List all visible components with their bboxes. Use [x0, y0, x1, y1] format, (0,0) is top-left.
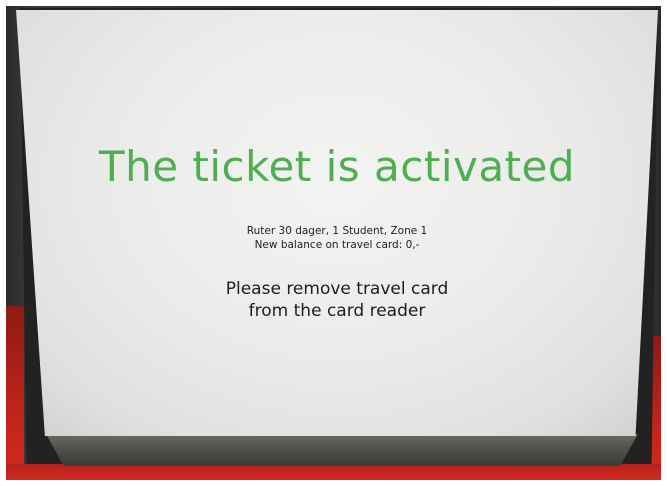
- confirmation-panel: The ticket is activated Ruter 30 dager, …: [16, 10, 658, 436]
- screen-bezel-lower-edge: [46, 434, 638, 466]
- kiosk-photo: The ticket is activated Ruter 30 dager, …: [6, 6, 661, 480]
- ticket-description: Ruter 30 dager, 1 Student, Zone 1: [246, 225, 428, 237]
- remove-card-instruction: Please remove travel card from the card …: [16, 278, 658, 322]
- kiosk-screen: The ticket is activated Ruter 30 dager, …: [16, 10, 658, 436]
- card-balance: New balance on travel card: 0,-: [254, 239, 420, 251]
- instruction-line: from the card reader: [248, 301, 426, 321]
- instruction-line: Please remove travel card: [225, 279, 449, 299]
- kiosk-red-panel-bottom: [6, 464, 661, 480]
- kiosk-red-panel-left: [6, 306, 24, 480]
- confirmation-headline: The ticket is activated: [98, 142, 576, 191]
